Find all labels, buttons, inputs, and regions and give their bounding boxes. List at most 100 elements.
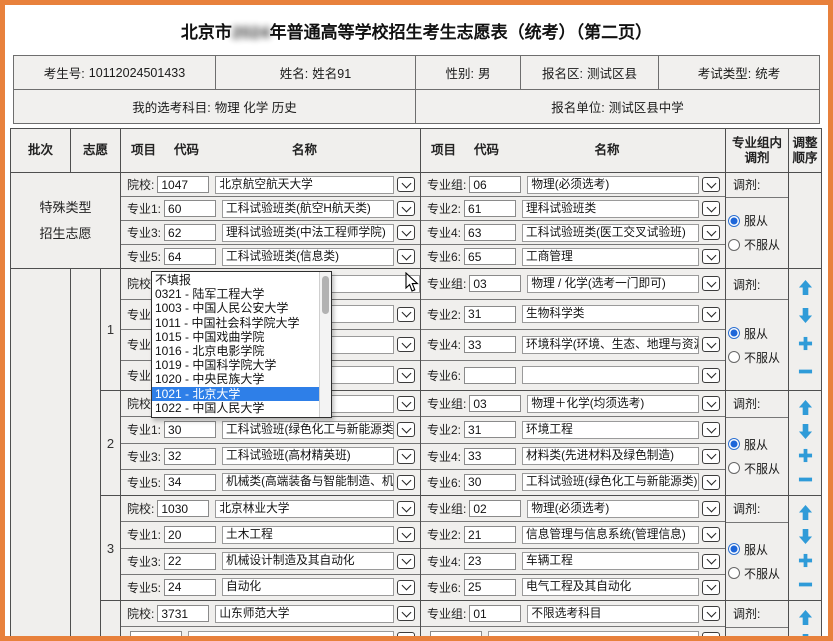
dropdown-button[interactable] <box>397 337 415 352</box>
radio-obey[interactable] <box>728 215 740 227</box>
move-up-button[interactable] <box>798 280 813 295</box>
radio-not-obey[interactable] <box>728 567 740 579</box>
dropdown-button[interactable] <box>702 501 720 516</box>
name-field[interactable]: 车辆工程 <box>522 552 699 570</box>
name-field[interactable]: 电气工程及其自动化 <box>522 578 699 596</box>
dropdown-option[interactable]: 1011 - 中国社会科学院大学 <box>152 316 319 330</box>
dropdown-button[interactable] <box>702 337 720 352</box>
code-input[interactable] <box>464 248 516 265</box>
code-input[interactable] <box>464 200 516 217</box>
name-field[interactable] <box>188 631 394 641</box>
code-input[interactable] <box>157 605 209 622</box>
name-field[interactable]: 信息管理与信息系统(管理信息) <box>522 526 699 544</box>
dropdown-button[interactable] <box>702 632 720 641</box>
dropdown-option[interactable]: 1015 - 中国戏曲学院 <box>152 330 319 344</box>
dropdown-button[interactable] <box>702 475 720 490</box>
dropdown-button[interactable] <box>397 632 415 641</box>
dropdown-button[interactable] <box>702 580 720 595</box>
code-input[interactable] <box>164 526 216 543</box>
code-input[interactable] <box>164 474 216 491</box>
code-input[interactable] <box>157 500 209 517</box>
dropdown-option[interactable]: 不填报 <box>152 273 319 287</box>
dropdown-button[interactable] <box>702 225 720 240</box>
code-input[interactable] <box>164 224 216 241</box>
remove-button[interactable] <box>798 472 813 487</box>
dropdown-button[interactable] <box>397 307 415 322</box>
radio-obey[interactable] <box>728 327 740 339</box>
code-input[interactable] <box>464 224 516 241</box>
code-input[interactable] <box>464 448 516 465</box>
dropdown-button[interactable] <box>397 225 415 240</box>
dropdown-button[interactable] <box>397 475 415 490</box>
code-input[interactable] <box>464 474 516 491</box>
radio-not-obey-row[interactable]: 不服从 <box>728 460 788 477</box>
dropdown-option[interactable]: 1022 - 中国人民大学 <box>152 401 319 415</box>
code-input[interactable] <box>164 421 216 438</box>
dropdown-button[interactable] <box>397 501 415 516</box>
dropdown-option[interactable]: 1020 - 中央民族大学 <box>152 372 319 386</box>
move-down-button[interactable] <box>798 634 813 641</box>
radio-not-obey-row[interactable]: 不服从 <box>728 236 788 253</box>
dropdown-button[interactable] <box>397 396 415 411</box>
move-up-button[interactable] <box>798 610 813 625</box>
dropdown-button[interactable] <box>702 276 720 291</box>
name-field[interactable]: 北京航空航天大学 <box>215 176 394 194</box>
radio-obey-row[interactable]: 服从 <box>728 212 788 229</box>
name-field[interactable]: 理科试验班类(中法工程师学院) <box>222 224 394 242</box>
dropdown-button[interactable] <box>702 422 720 437</box>
dropdown-button[interactable] <box>397 368 415 383</box>
dropdown-button[interactable] <box>702 368 720 383</box>
dropdown-option[interactable]: 1016 - 北京电影学院 <box>152 344 319 358</box>
dropdown-button[interactable] <box>397 249 415 264</box>
code-input[interactable] <box>157 176 209 193</box>
code-input[interactable] <box>430 631 482 641</box>
code-input[interactable] <box>130 631 182 641</box>
radio-obey-row[interactable]: 服从 <box>728 541 788 558</box>
radio-not-obey[interactable] <box>728 239 740 251</box>
name-field[interactable]: 生物科学类 <box>522 305 699 323</box>
code-input[interactable] <box>464 306 516 323</box>
dropdown-button[interactable] <box>397 177 415 192</box>
radio-not-obey[interactable] <box>728 462 740 474</box>
radio-obey-row[interactable]: 服从 <box>728 325 788 342</box>
dropdown-button[interactable] <box>397 201 415 216</box>
name-field[interactable]: 物理＋化学(均须选考) <box>527 395 699 413</box>
add-button[interactable] <box>798 448 813 463</box>
name-field[interactable]: 工科试验班类(信息类) <box>222 248 394 266</box>
code-input[interactable] <box>469 395 521 412</box>
dropdown-scrollbar[interactable] <box>319 272 331 417</box>
dropdown-button[interactable] <box>397 554 415 569</box>
dropdown-option[interactable]: 1003 - 中国人民公安大学 <box>152 301 319 315</box>
code-input[interactable] <box>469 500 521 517</box>
radio-not-obey-row[interactable]: 不服从 <box>728 565 788 582</box>
dropdown-button[interactable] <box>702 177 720 192</box>
dropdown-button[interactable] <box>702 449 720 464</box>
dropdown-button[interactable] <box>702 249 720 264</box>
radio-not-obey-row[interactable]: 不服从 <box>728 349 788 366</box>
code-input[interactable] <box>164 200 216 217</box>
name-field[interactable]: 工科试验班(高材精英班) <box>222 447 394 465</box>
remove-button[interactable] <box>798 364 813 379</box>
dropdown-button[interactable] <box>397 449 415 464</box>
code-input[interactable] <box>464 367 516 384</box>
name-field[interactable]: 山东师范大学 <box>215 605 394 623</box>
name-field[interactable]: 自动化 <box>222 578 394 596</box>
dropdown-button[interactable] <box>397 606 415 621</box>
add-button[interactable] <box>798 553 813 568</box>
dropdown-option[interactable]: 0321 - 陆军工程大学 <box>152 287 319 301</box>
code-input[interactable] <box>164 553 216 570</box>
name-field[interactable]: 工科试验班类(医工交叉试验班) <box>522 224 699 242</box>
name-field[interactable]: 不限选考科目 <box>527 605 699 623</box>
move-down-button[interactable] <box>798 529 813 544</box>
dropdown-option-list[interactable]: 不填报 0321 - 陆军工程大学 1003 - 中国人民公安大学 1011 -… <box>152 272 319 417</box>
name-field[interactable]: 物理(必须选考) <box>527 176 699 194</box>
name-field[interactable]: 工科试验班类(航空H航天类) <box>222 200 394 218</box>
dropdown-option[interactable]: 1019 - 中国科学院大学 <box>152 358 319 372</box>
move-down-button[interactable] <box>798 308 813 323</box>
name-field[interactable]: 物理(必须选考) <box>527 500 699 518</box>
code-input[interactable] <box>164 248 216 265</box>
code-input[interactable] <box>164 448 216 465</box>
name-field[interactable] <box>522 366 699 384</box>
name-field[interactable]: 机械设计制造及其自动化 <box>222 552 394 570</box>
code-input[interactable] <box>464 421 516 438</box>
